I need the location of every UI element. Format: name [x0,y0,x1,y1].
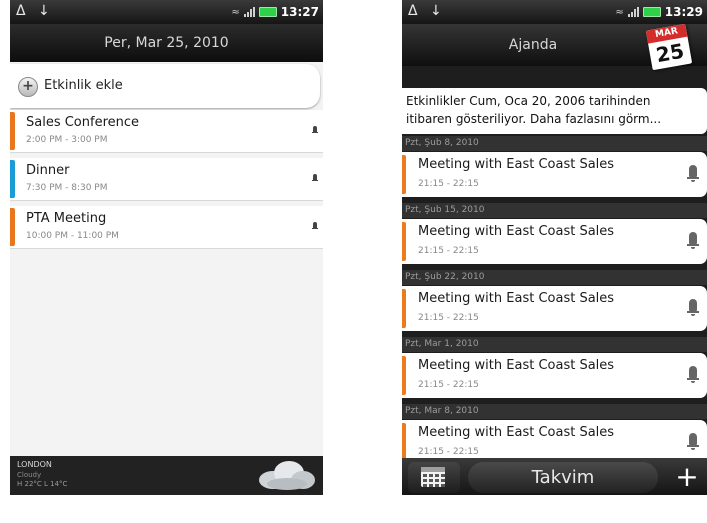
event-time: 21:15 - 22:15 [418,179,479,189]
calendar-icon-day: 25 [654,38,686,68]
status-clock: 13:27 [280,5,319,19]
event-time: 21:15 - 22:15 [418,246,479,256]
plus-icon: + [18,77,38,97]
date-separator: Pzt, Şub 8, 2010 [402,136,707,151]
event-title: PTA Meeting [26,211,107,226]
event-color-bar [402,423,406,462]
event-color-bar [10,160,15,198]
agenda-header: Ajanda MAR 25 [402,23,707,71]
event-title: Meeting with East Coast Sales [418,358,615,373]
signal-icon [243,7,255,17]
weather-city: LONDON [17,460,52,469]
reminder-bell-icon [687,232,699,249]
event-time: 21:15 - 22:15 [418,313,479,323]
notification-icons: Δ ↓ [16,3,54,19]
status-bar: Δ ↓ ≈ 13:27 [10,0,323,24]
event-title: Meeting with East Coast Sales [418,157,615,172]
agenda-event-item[interactable]: Meeting with East Coast Sales 21:15 - 22… [402,353,707,398]
event-color-bar [402,356,406,395]
date-separator: Pzt, Şub 15, 2010 [402,203,707,218]
add-event-button[interactable]: + [667,462,707,493]
event-color-bar [402,222,406,261]
calendar-date-icon: MAR 25 [645,23,693,71]
event-time: 21:15 - 22:15 [418,380,479,390]
battery-icon [642,7,661,17]
status-bar: Δ ↓ ≈ 13:29 [402,0,707,24]
agenda-event-item[interactable]: Meeting with East Coast Sales 21:15 - 22… [402,152,707,197]
battery-icon [258,7,277,17]
calendar-grid-icon [421,467,445,487]
event-title: Meeting with East Coast Sales [418,291,615,306]
reminder-bell-icon [312,126,318,133]
event-color-bar [10,112,15,150]
reminder-bell-icon [687,433,699,450]
calendar-view-button[interactable] [408,462,460,493]
date-separator: Pzt, Şub 22, 2010 [402,270,707,285]
signal-icon [627,7,639,17]
event-time: 2:00 PM - 3:00 PM [26,135,108,145]
notice-line-2: itibaren gösteriliyor. Daha fazlasını gö… [406,112,662,126]
add-event-label: Etkinlik ekle [44,78,123,93]
date-separator: Pzt, Mar 1, 2010 [402,337,707,352]
load-more-notice[interactable]: Etkinlikler Cum, Oca 20, 2006 tarihinden… [402,88,707,134]
event-time: 21:15 - 22:15 [418,447,479,457]
event-time: 10:00 PM - 11:00 PM [26,231,119,241]
agenda-title: Ajanda [508,37,558,53]
weather-condition: Cloudy [17,471,42,479]
event-item[interactable]: PTA Meeting 10:00 PM - 11:00 PM [10,206,323,249]
agenda-view-screen: Δ ↓ ≈ 13:29 Ajanda MAR 25 Etkinlikler Cu… [402,0,707,495]
agenda-event-item[interactable]: Meeting with East Coast Sales 21:15 - 22… [402,219,707,264]
event-color-bar [10,208,15,246]
event-title: Dinner [26,163,70,178]
cloud-icon [259,461,315,490]
wifi-icon: ≈ [615,6,624,18]
weather-temps: H 22°C L 14°C [17,480,68,488]
day-view-screen: Δ ↓ ≈ 13:27 Per, Mar 25, 2010 + Etkinlik… [10,0,323,495]
event-time: 7:30 PM - 8:30 PM [26,183,108,193]
day-event-list: + Etkinlik ekle Sales Conference 2:00 PM… [10,62,323,456]
calendar-tab[interactable]: Takvim [468,462,658,493]
event-color-bar [402,289,406,328]
notification-icons: Δ ↓ [408,3,446,19]
event-item[interactable]: Sales Conference 2:00 PM - 3:00 PM [10,110,323,153]
wifi-icon: ≈ [231,6,240,18]
event-title: Sales Conference [26,115,140,130]
reminder-bell-icon [687,165,699,182]
date-header: Per, Mar 25, 2010 [10,24,323,62]
notice-line-1: Etkinlikler Cum, Oca 20, 2006 tarihinden [406,94,651,108]
status-clock: 13:29 [664,5,703,19]
reminder-bell-icon [312,174,318,181]
add-event-button[interactable]: + Etkinlik ekle [10,64,320,108]
reminder-bell-icon [687,366,699,383]
status-right: ≈ 13:29 [615,5,703,19]
weather-widget[interactable]: LONDON Cloudy H 22°C L 14°C [10,456,323,495]
agenda-event-item[interactable]: Meeting with East Coast Sales 21:15 - 22… [402,286,707,331]
event-title: Meeting with East Coast Sales [418,224,615,239]
date-separator: Pzt, Mar 8, 2010 [402,404,707,419]
status-right: ≈ 13:27 [231,5,319,19]
event-title: Meeting with East Coast Sales [418,425,615,440]
event-color-bar [402,155,406,194]
event-item[interactable]: Dinner 7:30 PM - 8:30 PM [10,158,323,201]
reminder-bell-icon [312,222,318,229]
bottom-tab-bar: Takvim + [402,458,707,495]
reminder-bell-icon [687,299,699,316]
